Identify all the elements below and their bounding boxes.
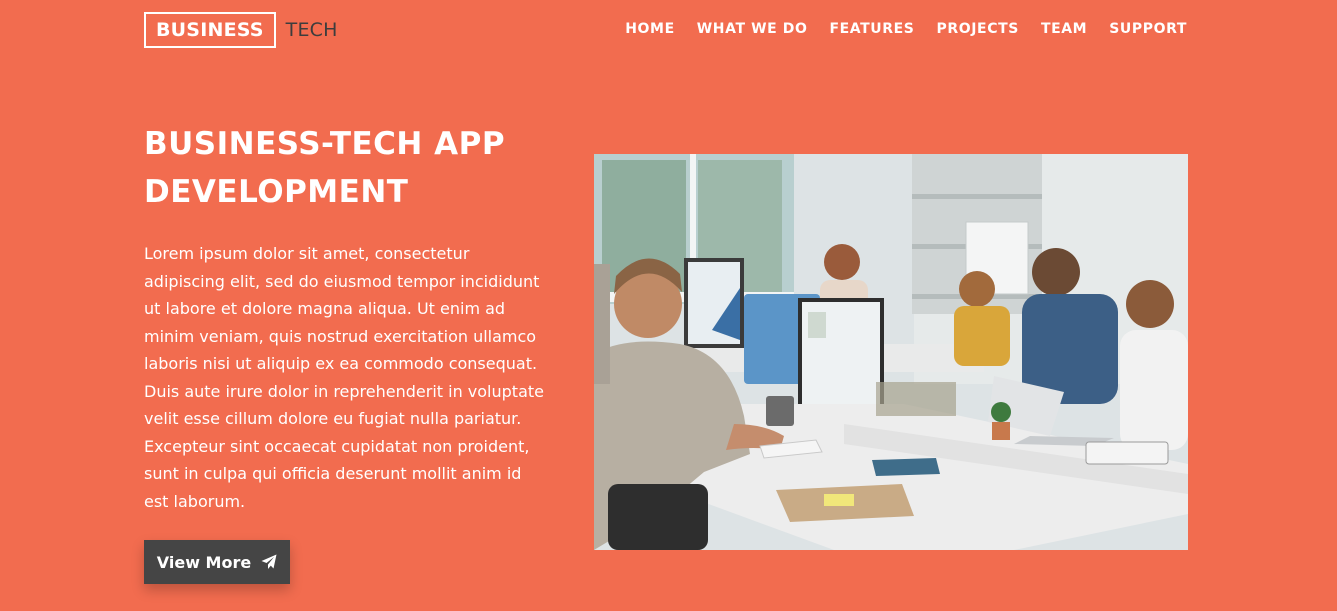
hero-title: BUSINESS-TECH APP DEVELOPMENT	[144, 126, 506, 210]
logo-secondary: TECH	[285, 19, 338, 41]
logo-primary: BUSINESS	[144, 12, 276, 48]
nav-team[interactable]: TEAM	[1041, 21, 1087, 37]
hero-description: Lorem ipsum dolor sit amet, consectetur …	[144, 244, 544, 511]
site-header: BUSINESS TECH HOME WHAT WE DO FEATURES P…	[0, 0, 1337, 62]
nav-what-we-do[interactable]: WHAT WE DO	[697, 21, 808, 37]
nav-home[interactable]: HOME	[625, 21, 675, 37]
hero-image	[594, 154, 1188, 550]
view-more-label: View More	[156, 552, 252, 572]
nav-features[interactable]: FEATURES	[829, 21, 914, 37]
view-more-button[interactable]: View More	[144, 540, 290, 584]
main-nav: HOME WHAT WE DO FEATURES PROJECTS TEAM S…	[625, 21, 1187, 37]
nav-support[interactable]: SUPPORT	[1109, 21, 1187, 37]
nav-projects[interactable]: PROJECTS	[937, 21, 1019, 37]
paper-plane-icon	[261, 554, 277, 570]
office-team-photo	[594, 154, 1188, 550]
brand-logo[interactable]: BUSINESS TECH	[144, 12, 338, 48]
